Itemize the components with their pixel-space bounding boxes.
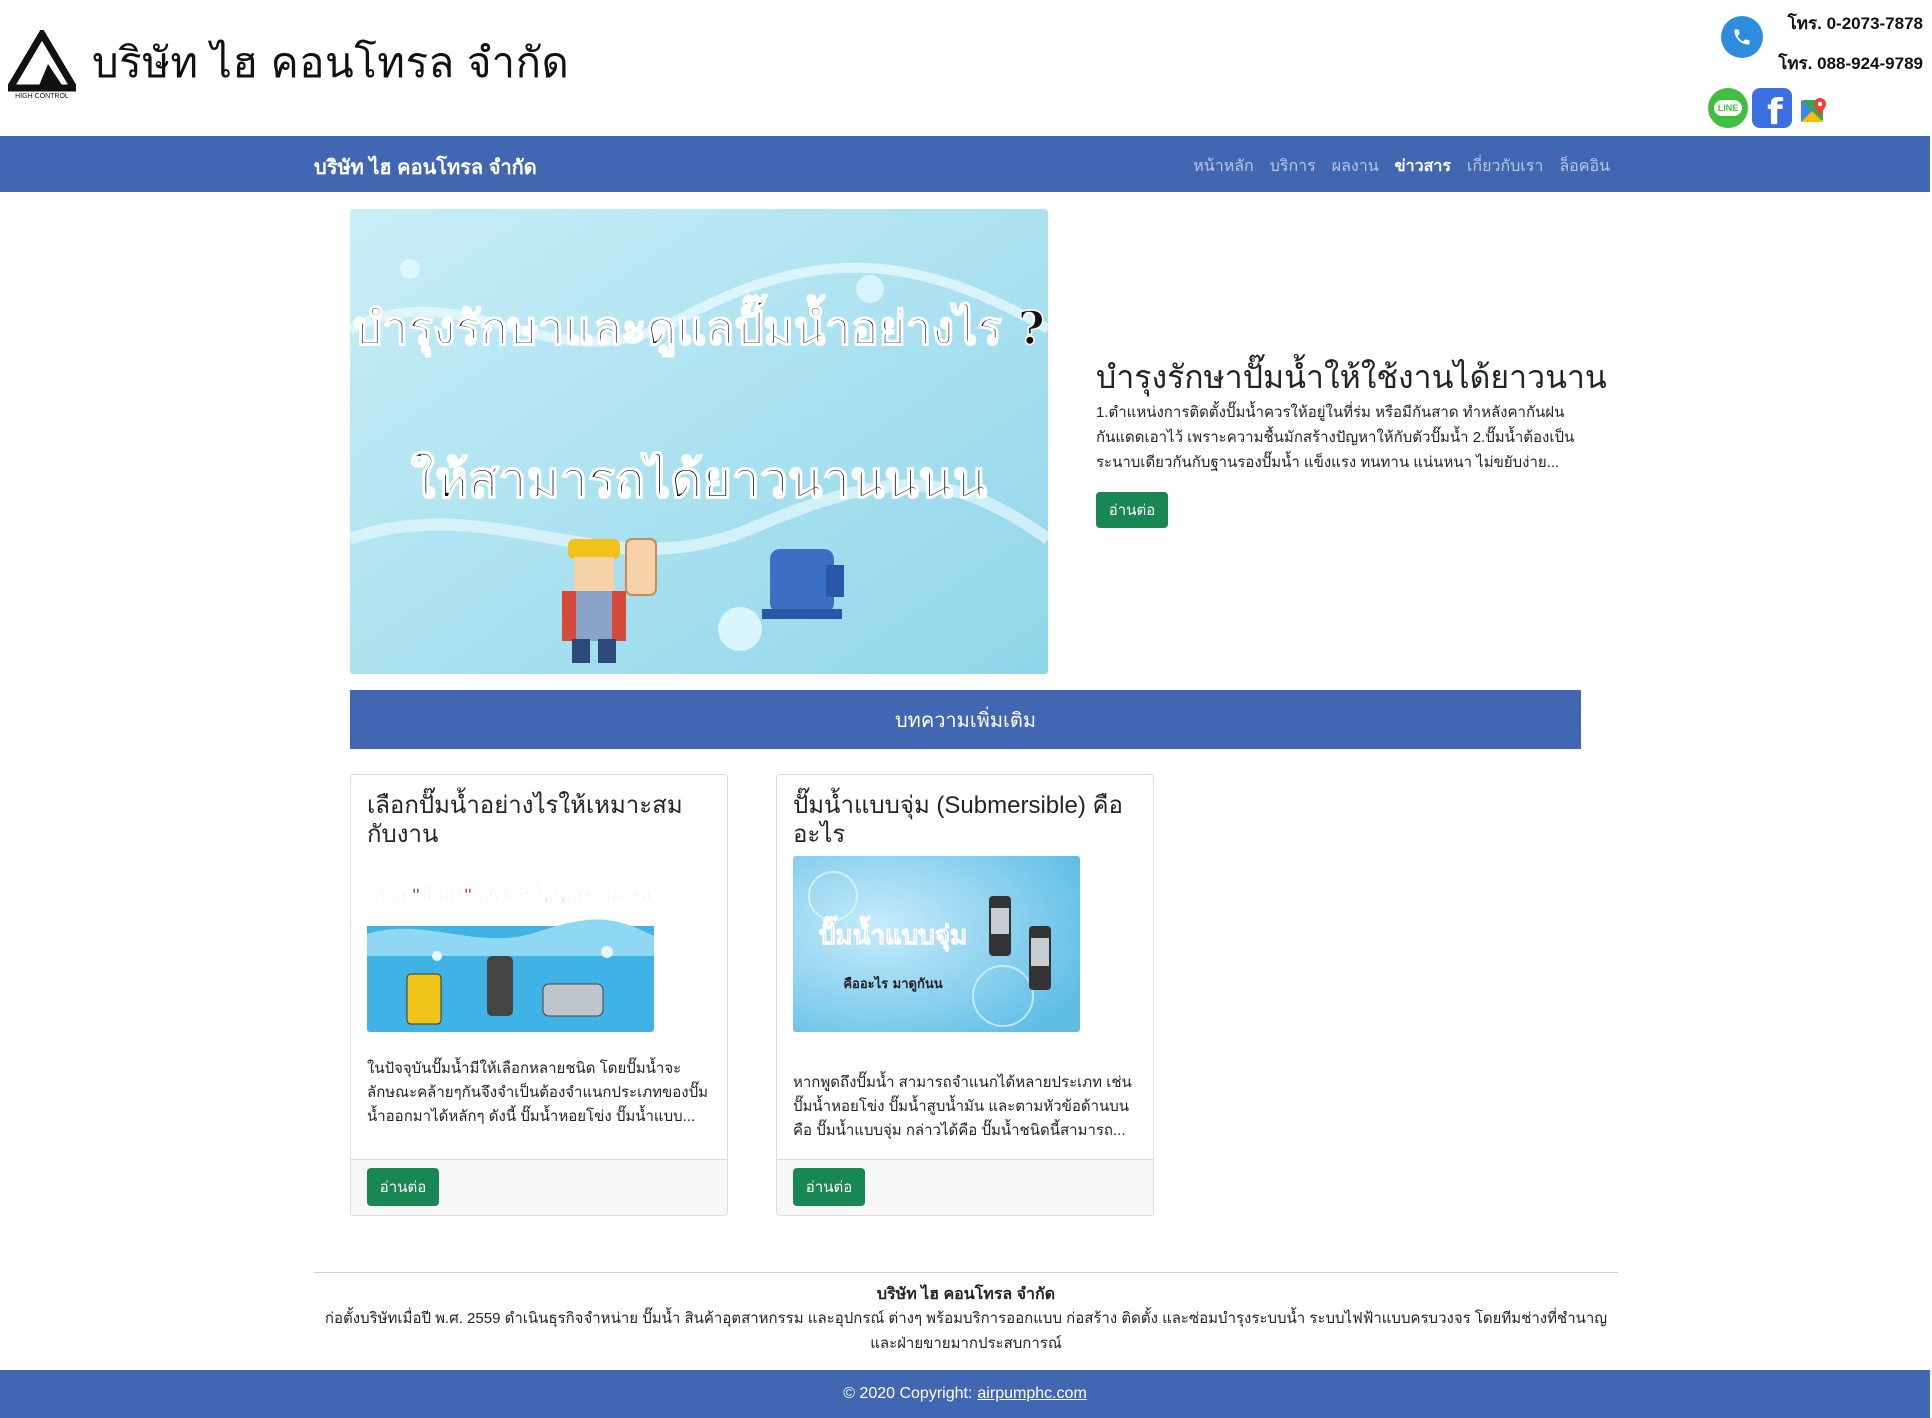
card-footer: อ่านต่อ xyxy=(351,1159,727,1215)
hero-image-line-1: บำรุงรักษาและดูแลปั๊มน้ำอย่างไร ? xyxy=(353,294,1045,357)
copyright-link[interactable]: airpumphc.com xyxy=(977,1385,1086,1403)
card-title[interactable]: ปั๊มน้ำแบบจุ่ม (Submersible) คืออะไร xyxy=(793,791,1133,849)
hero-image[interactable]: บำรุงรักษาและดูแลปั๊มน้ำอย่างไร ? ให้สาม… xyxy=(350,209,1048,674)
main-navbar: บริษัท ไฮ คอนโทรล จำกัด หน้าหลัก บริการ … xyxy=(0,136,1930,192)
footer-divider xyxy=(314,1272,1618,1273)
facebook-glyph: f xyxy=(1767,91,1783,133)
map-icon[interactable] xyxy=(1800,96,1828,124)
hero-article-title[interactable]: บำรุงรักษาปั๊มน้ำให้ใช้งานได้ยาวนาน xyxy=(1096,352,1607,403)
top-header: HIGH CONTROL บริษัท ไฮ คอนโทรล จำกัด โทร… xyxy=(0,0,1932,136)
company-logo[interactable]: HIGH CONTROL xyxy=(8,30,76,100)
footer-company-name: บริษัท ไฮ คอนโทรล จำกัด xyxy=(876,1286,1056,1303)
line-label: LINE xyxy=(1713,100,1743,116)
footer-description: ก่อตั้งบริษัทเมื่อปี พ.ศ. 2559 ดำเนินธุร… xyxy=(324,1310,1608,1352)
card-read-more-button[interactable]: อ่านต่อ xyxy=(793,1168,865,1206)
card-2-image-subtext: คืออะไร มาดูกันน xyxy=(843,975,942,992)
section-title: บทความเพิ่มเติม xyxy=(894,709,1037,732)
nav-brand[interactable]: บริษัท ไฮ คอนโทรล จำกัด xyxy=(314,151,537,183)
card-read-more-button[interactable]: อ่านต่อ xyxy=(367,1168,439,1206)
card-2-image-text: ปั๊มน้ำแบบจุ่ม xyxy=(819,915,967,952)
nav-menu: หน้าหลัก บริการ ผลงาน ข่าวสาร เกี่ยวกับเ… xyxy=(1193,154,1610,179)
nav-item-news[interactable]: ข่าวสาร xyxy=(1395,154,1451,179)
more-articles-header: บทความเพิ่มเติม xyxy=(350,690,1581,749)
copyright-bar: © 2020 Copyright: airpumphc.com xyxy=(0,1370,1930,1418)
company-title: บริษัท ไฮ คอนโทรล จำกัด xyxy=(92,39,570,86)
nav-item-login[interactable]: ล็อคอิน xyxy=(1559,154,1610,179)
article-card-2: ปั๊มน้ำแบบจุ่ม (Submersible) คืออะไร ปั๊… xyxy=(776,774,1154,1216)
card-image[interactable]: ปั๊มน้ำแบบจุ่ม คืออะไร มาดูกันน xyxy=(793,856,1080,1032)
facebook-icon[interactable]: f xyxy=(1752,88,1792,133)
card-excerpt: ในปัจจุบันปั๊มน้ำมีให้เลือกหลายชนิด โดยป… xyxy=(367,1060,709,1125)
nav-item-services[interactable]: บริการ xyxy=(1270,154,1316,179)
hero-read-more-button[interactable]: อ่านต่อ xyxy=(1096,492,1168,528)
phone-number-2[interactable]: โทร. 088-924-9789 xyxy=(1778,50,1923,77)
article-card-1: เลือกปั๊มน้ำอย่างไรให้เหมาะสมกับงาน เลือ… xyxy=(350,774,728,1216)
phone-number-1[interactable]: โทร. 0-2073-7878 xyxy=(1788,10,1923,37)
nav-item-home[interactable]: หน้าหลัก xyxy=(1193,154,1254,179)
hero-article-excerpt: 1.ตำแหน่งการติดตั้งปั๊มน้ำควรให้อยู่ในที… xyxy=(1096,404,1575,471)
logo-caption: HIGH CONTROL xyxy=(15,93,69,100)
card-footer: อ่านต่อ xyxy=(777,1159,1153,1215)
copyright-text: © 2020 Copyright: xyxy=(843,1385,973,1402)
line-icon[interactable]: LINE xyxy=(1708,88,1748,128)
card-title[interactable]: เลือกปั๊มน้ำอย่างไรให้เหมาะสมกับงาน xyxy=(367,791,707,849)
card-excerpt: หากพูดถึงปั๊มน้ำ สามารถจำแนกได้หลายประเภ… xyxy=(793,1074,1132,1139)
card-1-image-text: เลือก "ปั๊มน้ำ" อย่างไรให้เหมาะกับงาน xyxy=(369,882,651,906)
card-image[interactable]: เลือก "ปั๊มน้ำ" อย่างไรให้เหมาะกับงาน xyxy=(367,856,654,1032)
motor-illustration xyxy=(762,549,844,619)
nav-item-portfolio[interactable]: ผลงาน xyxy=(1332,154,1379,179)
phone-icon[interactable] xyxy=(1721,16,1763,58)
hero-image-line-2: ให้สามารถได้ยาวนานนนน xyxy=(411,450,987,509)
nav-item-about[interactable]: เกี่ยวกับเรา xyxy=(1467,154,1543,179)
